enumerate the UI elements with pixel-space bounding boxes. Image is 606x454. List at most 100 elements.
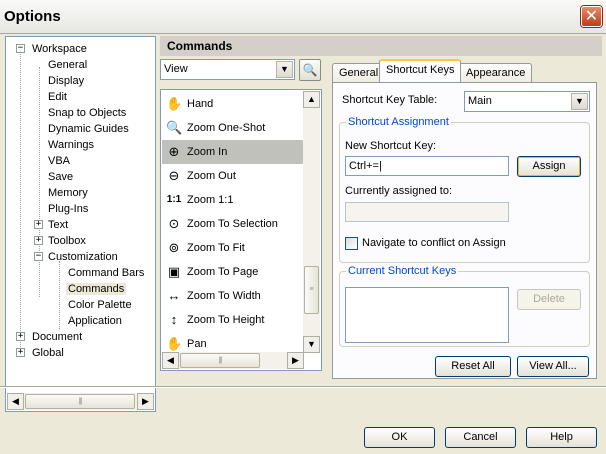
options-tree[interactable]: − Workspace General Display Edit Snap to…: [5, 36, 156, 412]
scrollbar-thumb[interactable]: |||: [25, 394, 135, 409]
tree-item-edit[interactable]: Edit: [48, 89, 67, 105]
tree-label: Application: [68, 315, 122, 327]
find-icon[interactable]: 🔍: [299, 59, 321, 81]
tree-label: Color Palette: [68, 299, 132, 311]
command-label: Zoom To Selection: [187, 218, 278, 230]
dialog-body: − Workspace General Display Edit Snap to…: [0, 34, 606, 454]
scroll-up-icon[interactable]: ▲: [303, 91, 320, 108]
command-item-zoom-to-height[interactable]: ↕ Zoom To Height: [162, 308, 304, 332]
tree-item-plug-ins[interactable]: Plug-Ins: [48, 201, 88, 217]
currently-assigned-label: Currently assigned to:: [345, 185, 452, 197]
command-list[interactable]: ✋ Hand 🔍 Zoom One-Shot ⊕ Zoom In ⊖ Zoom Out …: [160, 89, 322, 371]
command-item-hand[interactable]: ✋ Hand: [162, 92, 304, 116]
tree-item-warnings[interactable]: Warnings: [48, 137, 94, 153]
delete-button[interactable]: Delete: [517, 289, 581, 310]
command-label: Zoom To Width: [187, 290, 261, 302]
scroll-right-icon[interactable]: ▶: [137, 393, 154, 410]
command-item-zoom-to-selection[interactable]: ⊙ Zoom To Selection: [162, 212, 304, 236]
expand-icon[interactable]: +: [16, 332, 25, 341]
command-label: Zoom To Page: [187, 266, 259, 278]
expand-icon[interactable]: +: [34, 236, 43, 245]
tree-item-vba[interactable]: VBA: [48, 153, 70, 169]
tree-item-application[interactable]: Application: [68, 313, 122, 329]
assign-button[interactable]: Assign: [517, 156, 581, 177]
tree-item-general[interactable]: General: [48, 57, 87, 73]
command-item-zoom-one-shot[interactable]: 🔍 Zoom One-Shot: [162, 116, 304, 140]
command-label: Zoom Out: [187, 170, 236, 182]
command-item-zoom-in[interactable]: ⊕ Zoom In: [162, 140, 304, 164]
zoom-1-1-icon: 1:1: [166, 194, 182, 205]
tree-horizontal-scrollbar[interactable]: ◀ ||| ▶: [7, 393, 154, 410]
navigate-conflict-label[interactable]: Navigate to conflict on Assign: [362, 237, 506, 249]
command-item-zoom-1-1[interactable]: 1:1 Zoom 1:1: [162, 188, 304, 212]
tree-label: Global: [32, 347, 64, 359]
group-title: Current Shortcut Keys: [346, 265, 459, 277]
tab-appearance[interactable]: Appearance: [459, 63, 533, 83]
ok-button[interactable]: OK: [364, 427, 435, 448]
tree-item-memory[interactable]: Memory: [48, 185, 88, 201]
section-title: Commands: [160, 36, 602, 56]
command-item-zoom-out[interactable]: ⊖ Zoom Out: [162, 164, 304, 188]
chevron-down-icon[interactable]: ▼: [571, 93, 588, 110]
tree-item-dynamic-guides[interactable]: Dynamic Guides: [48, 121, 129, 137]
scroll-left-icon[interactable]: ◀: [162, 352, 179, 369]
tab-general[interactable]: General: [332, 63, 386, 83]
shortcut-assignment-group: Shortcut Assignment New Shortcut Key: Ct…: [339, 116, 590, 263]
command-vertical-scrollbar[interactable]: ▲ ≡ ▼: [303, 91, 320, 353]
zoom-to-width-icon: ↔: [167, 288, 181, 303]
tree-label: General: [48, 59, 88, 71]
tree-item-color-palette[interactable]: Color Palette: [68, 297, 132, 313]
scroll-right-icon[interactable]: ▶: [287, 352, 304, 369]
navigate-conflict-checkbox[interactable]: [345, 237, 358, 250]
tree-item-save[interactable]: Save: [48, 169, 73, 185]
scrollbar-thumb[interactable]: ≡: [304, 266, 319, 314]
new-shortcut-key-label: New Shortcut Key:: [345, 140, 437, 152]
tree-item-command-bars[interactable]: Command Bars: [68, 265, 144, 281]
shortcut-table-dropdown[interactable]: Main ▼: [464, 91, 590, 112]
command-label: Hand: [187, 98, 214, 110]
zoom-out-icon: ⊖: [168, 168, 180, 183]
tree-label: VBA: [48, 155, 71, 167]
tree-item-snap-to-objects[interactable]: Snap to Objects: [48, 105, 126, 121]
command-item-zoom-to-page[interactable]: ▣ Zoom To Page: [162, 260, 304, 284]
collapse-icon[interactable]: −: [34, 252, 43, 261]
new-shortcut-key-input[interactable]: Ctrl+=|: [345, 156, 509, 176]
command-item-zoom-to-width[interactable]: ↔ Zoom To Width: [162, 284, 304, 308]
current-shortcut-keys-group: Current Shortcut Keys Delete: [339, 265, 590, 347]
cancel-button[interactable]: Cancel: [445, 427, 516, 448]
current-shortcut-keys-list[interactable]: [345, 287, 509, 343]
scrollbar-thumb[interactable]: |||: [180, 353, 260, 368]
command-horizontal-scrollbar[interactable]: ◀ ||| ▶: [162, 352, 304, 369]
pan-icon: ✋: [166, 336, 183, 351]
collapse-icon[interactable]: −: [16, 44, 25, 53]
help-button[interactable]: Help: [526, 427, 597, 448]
zoom-to-height-icon: ↕: [170, 312, 178, 327]
tree-label: Snap to Objects: [48, 107, 127, 119]
hand-icon: ✋: [166, 96, 183, 111]
tree-label: Edit: [48, 91, 67, 103]
tree-label: Save: [48, 171, 74, 183]
tree-label: Plug-Ins: [48, 203, 89, 215]
scroll-left-icon[interactable]: ◀: [7, 393, 24, 410]
tab-shortcut-keys[interactable]: Shortcut Keys: [379, 59, 462, 82]
chevron-down-icon[interactable]: ▼: [276, 61, 293, 78]
tree-label: Memory: [48, 187, 88, 199]
view-all-button[interactable]: View All...: [517, 356, 589, 377]
command-item-zoom-to-fit[interactable]: ⊚ Zoom To Fit: [162, 236, 304, 260]
tree-label: Dynamic Guides: [48, 123, 129, 135]
tree-item-display[interactable]: Display: [48, 73, 84, 89]
scroll-down-icon[interactable]: ▼: [303, 336, 320, 353]
reset-all-button[interactable]: Reset All: [435, 356, 511, 377]
title-bar: Options ✕: [0, 0, 606, 34]
command-label: Zoom To Fit: [187, 242, 245, 254]
tree-label: Display: [48, 75, 85, 87]
tree-item-commands[interactable]: Commands: [66, 281, 127, 297]
zoom-to-fit-icon: ⊚: [168, 240, 180, 255]
expand-icon[interactable]: +: [16, 348, 25, 357]
dropdown-value: Main: [468, 95, 492, 107]
close-button[interactable]: ✕: [581, 6, 602, 27]
tree-label: Document: [32, 331, 83, 343]
command-label: Zoom To Height: [187, 314, 265, 326]
expand-icon[interactable]: +: [34, 220, 43, 229]
command-category-dropdown[interactable]: View ▼: [160, 59, 295, 80]
